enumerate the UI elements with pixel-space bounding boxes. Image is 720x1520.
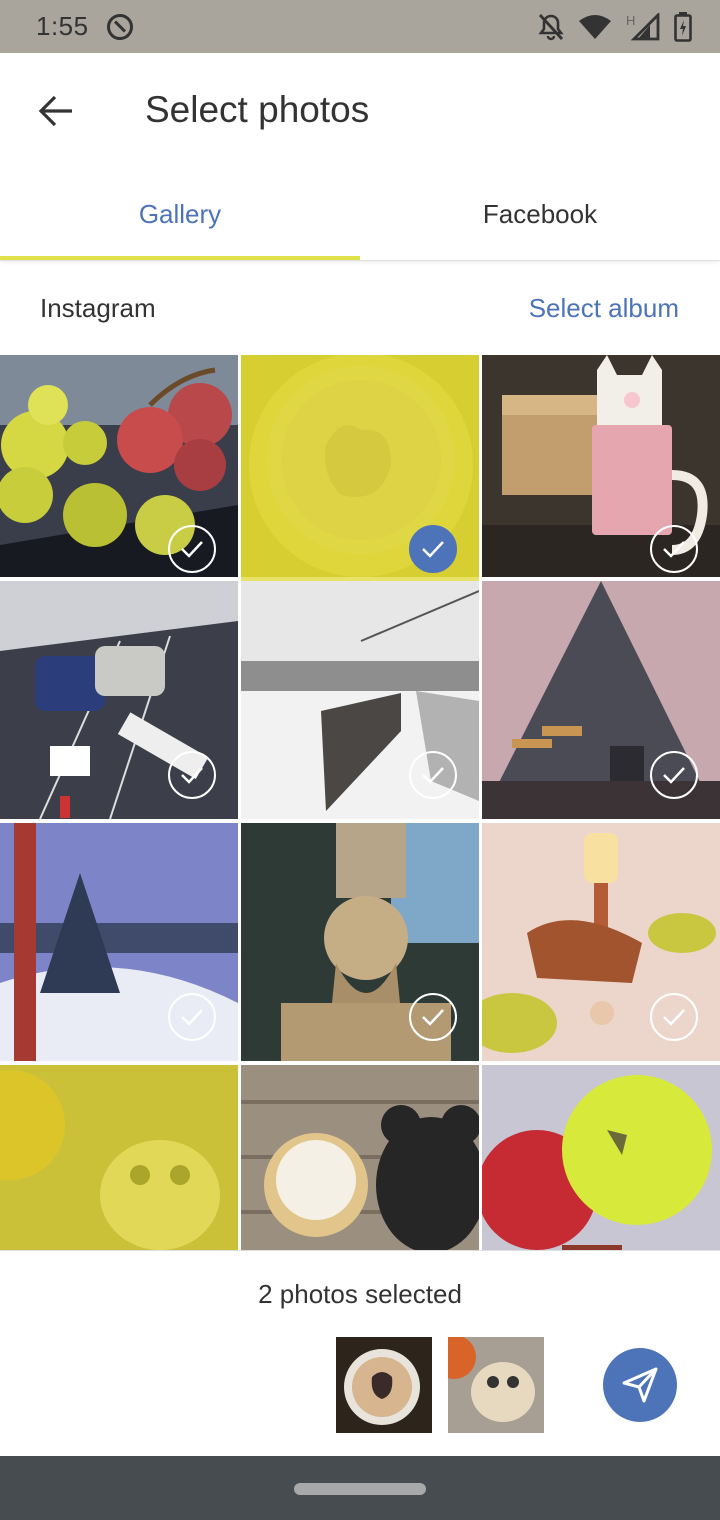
- checkmark-icon: [181, 541, 203, 558]
- checkmark-icon: [181, 767, 203, 784]
- thumb-cat-cake: [336, 1337, 432, 1433]
- photo-tile-cone-tent[interactable]: [482, 581, 720, 819]
- photo-tile-paper-cat[interactable]: [482, 355, 720, 593]
- tab-facebook[interactable]: Facebook: [360, 169, 720, 260]
- select-check-icon[interactable]: [409, 751, 457, 799]
- app-header: Select photos: [0, 53, 720, 169]
- select-check-icon[interactable]: [168, 525, 216, 573]
- status-time: 1:55: [36, 11, 89, 41]
- select-check-icon[interactable]: [168, 993, 216, 1041]
- photo-tile-snowy-ski-lift[interactable]: [241, 581, 479, 819]
- photo-tile-panda-cookie[interactable]: [0, 1065, 238, 1250]
- photo-tile-wood-carving[interactable]: [241, 823, 479, 1061]
- send-button[interactable]: [603, 1348, 677, 1422]
- arrow-back-icon: [38, 95, 72, 127]
- select-check-icon[interactable]: [650, 751, 698, 799]
- photo-tile-candle-cake[interactable]: [482, 823, 720, 1061]
- page-title: Select photos: [145, 89, 370, 130]
- svg-text:H: H: [626, 13, 635, 28]
- select-check-icon[interactable]: [409, 525, 457, 573]
- status-bar: 1:55 H: [0, 0, 720, 53]
- checkmark-icon: [663, 1009, 685, 1026]
- photo-bear-cookies: [241, 1065, 479, 1250]
- selected-thumbnail[interactable]: [448, 1337, 544, 1433]
- photo-tile-balloons[interactable]: [482, 1065, 720, 1250]
- tab-gallery[interactable]: Gallery: [0, 169, 360, 260]
- photo-grid: [0, 355, 720, 1250]
- notifications-off-icon: [538, 13, 564, 40]
- source-tabs: Gallery Facebook: [0, 169, 720, 261]
- checkmark-icon: [663, 541, 685, 558]
- photo-tile-grapes[interactable]: [0, 355, 238, 593]
- checkmark-icon: [422, 541, 444, 558]
- checkmark-icon: [422, 767, 444, 784]
- select-check-icon[interactable]: [168, 751, 216, 799]
- thumb-panda-cookie: [448, 1337, 544, 1433]
- album-row: Instagram Select album: [0, 262, 720, 354]
- signal-icon: H: [626, 12, 660, 40]
- checkmark-icon: [181, 1009, 203, 1026]
- send-icon: [622, 1367, 658, 1403]
- selected-count: 2 photos selected: [258, 1279, 462, 1309]
- checkmark-icon: [422, 1009, 444, 1026]
- back-button[interactable]: [28, 83, 84, 139]
- system-nav-bar: [0, 1456, 720, 1520]
- photo-tile-cat-cake[interactable]: [241, 355, 479, 593]
- selection-panel: 2 photos selected: [0, 1250, 720, 1456]
- battery-icon: [674, 11, 692, 42]
- do-not-disturb-icon: [106, 13, 133, 40]
- select-check-icon[interactable]: [650, 525, 698, 573]
- photo-tile-snowy-trees[interactable]: [0, 823, 238, 1061]
- wifi-icon: [579, 14, 611, 39]
- selected-overlay: [0, 1065, 238, 1250]
- home-gesture-handle[interactable]: [294, 1483, 426, 1495]
- status-icons: H: [538, 11, 692, 42]
- album-name: Instagram: [40, 292, 156, 323]
- photo-balloons: [482, 1065, 720, 1250]
- photo-tile-bear-cookies[interactable]: [241, 1065, 479, 1250]
- select-album-button[interactable]: Select album: [529, 293, 679, 324]
- selected-thumbnail[interactable]: [336, 1337, 432, 1433]
- select-check-icon[interactable]: [650, 993, 698, 1041]
- photo-tile-slot-cars[interactable]: [0, 581, 238, 819]
- checkmark-icon: [663, 767, 685, 784]
- select-check-icon[interactable]: [409, 993, 457, 1041]
